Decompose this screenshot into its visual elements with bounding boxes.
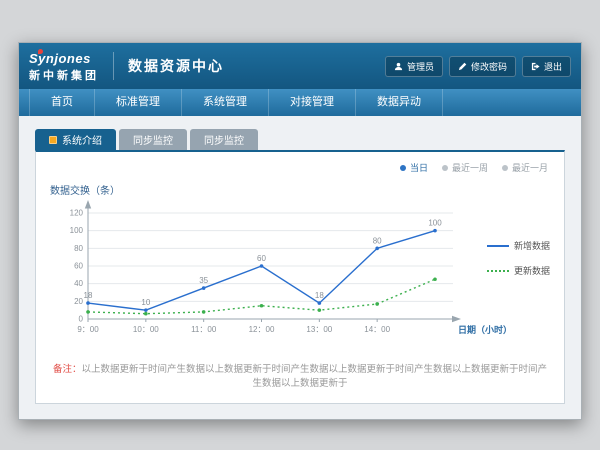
tab-bar: 系统介绍 同步监控 同步监控 [35,129,565,150]
tab-sync-monitor-2-label: 同步监控 [204,132,244,147]
svg-text:0: 0 [79,315,84,324]
user-icon [394,62,403,71]
svg-text:10：00: 10：00 [133,325,159,334]
svg-text:10: 10 [141,298,150,307]
tab-sync-monitor-1-label: 同步监控 [133,132,173,147]
tab-sync-monitor-1[interactable]: 同步监控 [119,129,187,150]
app-header: Synjones 新中新集团 数据资源中心 管理员 修改密码 [19,43,581,89]
svg-text:9：00: 9：00 [77,325,99,334]
filter-today[interactable]: 当日 [400,161,428,174]
svg-text:13：00: 13：00 [306,325,332,334]
filter-last-month-label: 最近一月 [512,161,548,174]
range-filters: 当日 最近一周 最近一月 [400,161,548,174]
svg-text:20: 20 [74,297,83,306]
legend-new-data-label: 新增数据 [514,239,550,252]
svg-text:11：00: 11：00 [191,325,217,334]
dot-icon [502,165,508,171]
tab-system-intro-label: 系统介绍 [62,132,102,147]
filter-last-month[interactable]: 最近一月 [502,161,548,174]
svg-text:日期（小时）: 日期（小时） [458,324,512,335]
svg-text:12：00: 12：00 [249,325,275,334]
footnote-text: 以上数据更新于时间产生数据以上数据更新于时间产生数据以上数据更新于时间产生数据以… [82,364,548,389]
chart-area: 0 20 40 60 80 100 120 9：00 10：00 11：00 12：00 13：00 1… [50,199,550,354]
series-legend: 新增数据 更新数据 [487,239,550,277]
app-title: 数据资源中心 [113,52,224,80]
tab-system-intro[interactable]: 系统介绍 [35,129,116,150]
dot-icon [442,165,448,171]
svg-text:40: 40 [74,279,83,288]
svg-text:80: 80 [373,236,382,245]
svg-text:18: 18 [315,291,324,300]
solid-line-icon [487,245,509,247]
svg-text:100: 100 [70,226,84,235]
svg-text:60: 60 [74,262,83,271]
brand-logo: Synjones 新中新集团 [29,50,99,82]
dot-icon [400,165,406,171]
dotted-line-icon [487,270,509,272]
desktop-background: Synjones 新中新集团 数据资源中心 管理员 修改密码 [0,0,600,450]
tab-grid-icon [49,136,57,144]
filter-last-week-label: 最近一周 [452,161,488,174]
admin-button-label: 管理员 [407,60,434,73]
tab-sync-monitor-2[interactable]: 同步监控 [190,129,258,150]
header-actions: 管理员 修改密码 退出 [385,56,571,77]
change-password-button[interactable]: 修改密码 [449,56,516,77]
footnote-label: 备注： [53,364,82,375]
svg-text:14：00: 14：00 [364,325,390,334]
admin-button[interactable]: 管理员 [385,56,443,77]
app-window: Synjones 新中新集团 数据资源中心 管理员 修改密码 [18,42,582,420]
svg-text:80: 80 [74,244,83,253]
legend-new-data: 新增数据 [487,239,550,252]
legend-updated-data: 更新数据 [487,264,550,277]
svg-text:100: 100 [428,219,442,228]
edit-icon [458,62,467,71]
footnote: 备注：以上数据更新于时间产生数据以上数据更新于时间产生数据以上数据更新于时间产生… [50,361,550,397]
svg-text:60: 60 [257,254,266,263]
logout-label: 退出 [544,60,562,73]
logo-text: Synjones [29,52,91,66]
logo-subtext: 新中新集团 [29,70,99,82]
nav-item-standard-mgmt[interactable]: 标准管理 [95,89,182,116]
nav-item-system-mgmt[interactable]: 系统管理 [182,89,269,116]
nav-item-data-change[interactable]: 数据异动 [356,89,443,116]
filter-today-label: 当日 [410,161,428,174]
svg-text:120: 120 [70,209,84,218]
nav-item-home[interactable]: 首页 [29,89,95,116]
y-axis-title: 数据交换（条） [50,182,550,197]
change-password-label: 修改密码 [471,60,507,73]
line-chart: 0 20 40 60 80 100 120 9：00 10：00 11：00 12：00 13：00 1… [50,199,550,354]
nav-item-interface-mgmt[interactable]: 对接管理 [269,89,356,116]
legend-updated-data-label: 更新数据 [514,264,550,277]
svg-text:35: 35 [199,276,208,285]
filter-last-week[interactable]: 最近一周 [442,161,488,174]
svg-text:18: 18 [84,291,93,300]
main-nav: 首页 标准管理 系统管理 对接管理 数据异动 [19,89,581,116]
content-area: 系统介绍 同步监控 同步监控 当日 最近一周 [19,116,581,404]
chart-panel: 当日 最近一周 最近一月 数据交换（条） 0 20 40 60 80 100 120 9：00… [35,150,565,404]
logout-button[interactable]: 退出 [522,56,571,77]
logout-icon [531,62,540,71]
